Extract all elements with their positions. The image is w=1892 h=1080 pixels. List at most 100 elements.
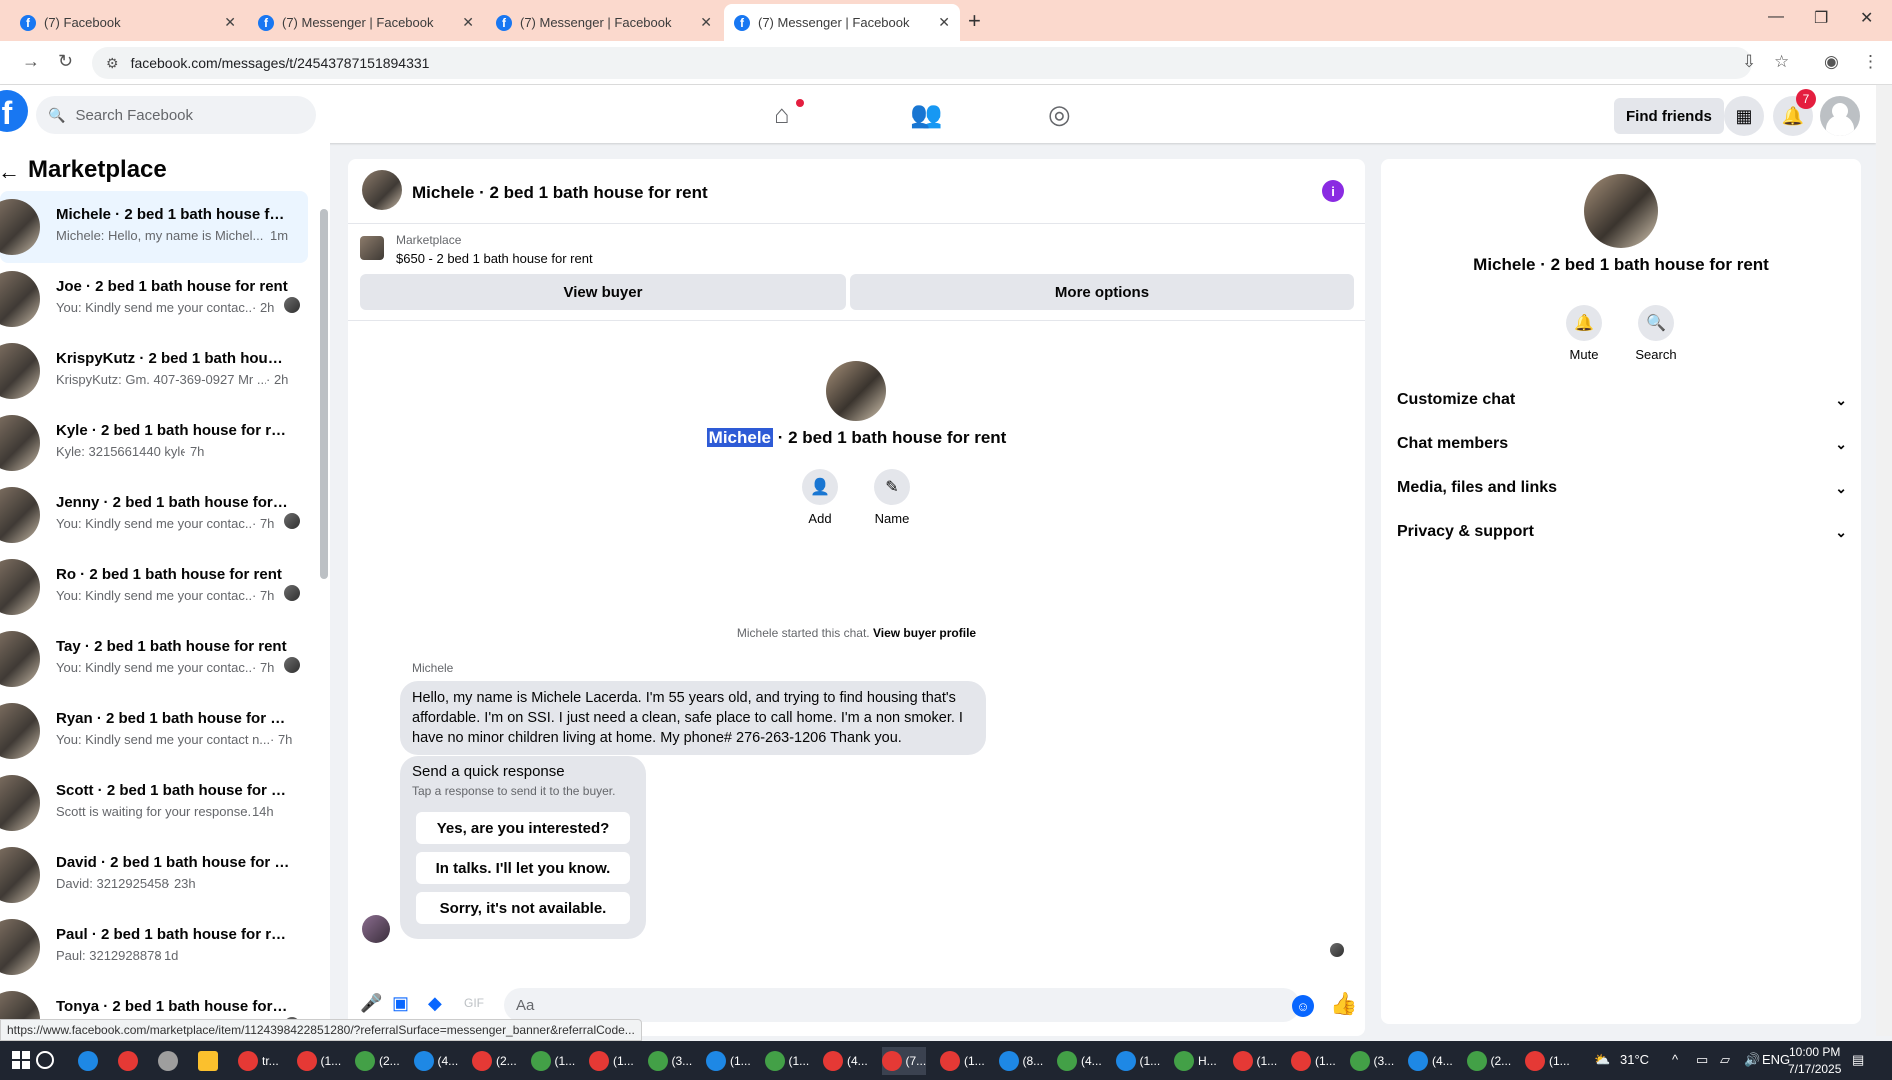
weather-temperature[interactable]: 31°C	[1620, 1052, 1649, 1067]
taskbar-chrome-window[interactable]: (8...	[998, 1047, 1043, 1075]
notification-center-icon[interactable]: ▤	[1852, 1052, 1864, 1068]
listing-price[interactable]: $650 - 2 bed 1 bath house for rent	[396, 251, 593, 266]
taskbar-chrome-window[interactable]: (2...	[1466, 1047, 1511, 1075]
chat-avatar[interactable]	[362, 170, 402, 210]
install-app-icon[interactable]: ⇩	[1742, 52, 1756, 72]
browser-tab-2[interactable]: f (7) Messenger | Facebook ✕	[248, 4, 484, 41]
taskbar-chrome-window[interactable]: (1...	[530, 1047, 575, 1075]
reload-icon[interactable]: ↻	[58, 51, 73, 72]
taskbar-chrome-window[interactable]: tr...	[238, 1047, 279, 1075]
taskbar-chrome-window[interactable]: (4...	[413, 1047, 458, 1075]
view-buyer-button[interactable]: View buyer	[360, 274, 846, 310]
back-arrow-icon[interactable]: ←	[0, 159, 20, 185]
taskbar-chrome-window[interactable]: (1...	[589, 1047, 634, 1075]
chrome-menu-icon[interactable]: ⋮	[1862, 52, 1879, 72]
taskbar-chrome-window[interactable]: H...	[1174, 1047, 1217, 1075]
taskbar-chrome-window[interactable]: (3...	[647, 1047, 692, 1075]
more-options-button[interactable]: More options	[850, 274, 1354, 310]
conversation-item[interactable]: David · 2 bed 1 bath house for rent Davi…	[0, 839, 308, 911]
taskbar-chrome-window[interactable]: (7...	[881, 1047, 927, 1075]
view-buyer-profile-link[interactable]: View buyer profile	[873, 626, 976, 640]
conversation-item[interactable]: Paul · 2 bed 1 bath house for rent Paul:…	[0, 911, 308, 983]
bookmark-star-icon[interactable]: ☆	[1774, 52, 1789, 72]
quick-response-button[interactable]: Yes, are you interested?	[416, 812, 630, 844]
quick-response-button[interactable]: Sorry, it's not available.	[416, 892, 630, 924]
input-language[interactable]: ENG	[1762, 1052, 1790, 1067]
profile-avatar[interactable]	[826, 361, 886, 421]
close-icon[interactable]: ✕	[462, 14, 474, 31]
gif-icon[interactable]: GIF	[464, 996, 484, 1010]
chrome-icon[interactable]	[118, 1047, 142, 1075]
conversation-item[interactable]: Scott · 2 bed 1 bath house for rent Scot…	[0, 767, 308, 839]
listing-thumbnail[interactable]	[360, 236, 384, 260]
message-input[interactable]: Aa	[504, 988, 1300, 1022]
conversation-item[interactable]: Tay · 2 bed 1 bath house for rent You: K…	[0, 623, 308, 695]
menu-grid-icon[interactable]: ▦	[1724, 96, 1764, 136]
quick-response-button[interactable]: In talks. I'll let you know.	[416, 852, 630, 884]
search-input[interactable]: 🔍 Search Facebook	[36, 96, 316, 134]
windows-start-icon[interactable]	[12, 1051, 30, 1069]
search-conversation-button[interactable]: 🔍 Search	[1621, 305, 1691, 362]
app-icon[interactable]	[158, 1047, 182, 1075]
network-icon[interactable]: ▱	[1720, 1052, 1730, 1068]
taskbar-chrome-window[interactable]: (2...	[355, 1047, 400, 1075]
window-close-icon[interactable]: ✕	[1860, 8, 1873, 28]
edge-icon[interactable]	[78, 1047, 102, 1075]
taskbar-search-icon[interactable]	[36, 1051, 54, 1069]
taskbar-chrome-window[interactable]: (1...	[706, 1047, 751, 1075]
close-icon[interactable]: ✕	[938, 14, 950, 31]
taskbar-chrome-window[interactable]: (2...	[472, 1047, 517, 1075]
photo-icon[interactable]: ▣	[392, 993, 409, 1014]
taskbar-chrome-window[interactable]: (3...	[1349, 1047, 1394, 1075]
browser-tab-3[interactable]: f (7) Messenger | Facebook ✕	[486, 4, 722, 41]
friends-icon[interactable]: 👥	[910, 99, 942, 130]
mute-button[interactable]: 🔔 Mute	[1549, 305, 1619, 362]
close-icon[interactable]: ✕	[700, 14, 712, 31]
conversation-item[interactable]: Joe · 2 bed 1 bath house for rent You: K…	[0, 263, 308, 335]
weather-icon[interactable]: ⛅	[1594, 1052, 1610, 1068]
page-scrollbar[interactable]	[1876, 85, 1892, 1036]
sticker-icon[interactable]: ◆	[428, 993, 442, 1014]
conversation-item[interactable]: Ro · 2 bed 1 bath house for rent You: Ki…	[0, 551, 308, 623]
taskbar-chrome-window[interactable]: (1...	[1115, 1047, 1160, 1075]
info-icon[interactable]: i	[1322, 180, 1344, 202]
facebook-logo-icon[interactable]: f	[0, 90, 28, 132]
minimize-icon[interactable]: —	[1768, 8, 1784, 26]
customize-chat-section[interactable]: Customize chat ⌄	[1397, 378, 1847, 422]
new-tab-icon[interactable]: +	[968, 8, 981, 34]
profile-icon[interactable]: ◉	[1824, 52, 1839, 72]
conversation-item[interactable]: Ryan · 2 bed 1 bath house for rent You: …	[0, 695, 308, 767]
microphone-icon[interactable]: 🎤	[360, 993, 382, 1014]
like-thumb-icon[interactable]: 👍	[1330, 991, 1357, 1017]
conversation-item[interactable]: Michele · 2 bed 1 bath house for rent Mi…	[0, 191, 308, 263]
battery-icon[interactable]: ▭	[1696, 1052, 1708, 1068]
media-files-links-section[interactable]: Media, files and links ⌄	[1397, 466, 1847, 510]
system-clock[interactable]: 10:00 PM 7/17/2025	[1788, 1044, 1841, 1078]
taskbar-chrome-window[interactable]: (1...	[1291, 1047, 1336, 1075]
chat-members-section[interactable]: Chat members ⌄	[1397, 422, 1847, 466]
url-input[interactable]: ⚙ facebook.com/messages/t/24543787151894…	[92, 47, 1752, 79]
groups-icon[interactable]: ◎	[1048, 99, 1071, 130]
taskbar-chrome-window[interactable]: (1...	[1232, 1047, 1277, 1075]
name-button[interactable]: ✎ Name	[862, 469, 922, 526]
taskbar-chrome-window[interactable]: (4...	[1408, 1047, 1453, 1075]
site-info-icon[interactable]: ⚙	[106, 55, 119, 72]
taskbar-chrome-window[interactable]: (1...	[1525, 1047, 1570, 1075]
restore-icon[interactable]: ❐	[1814, 8, 1828, 28]
browser-tab-4-active[interactable]: f (7) Messenger | Facebook ✕	[724, 4, 960, 41]
info-avatar[interactable]	[1584, 174, 1658, 248]
account-avatar[interactable]	[1820, 96, 1860, 136]
conversation-item[interactable]: Jenny · 2 bed 1 bath house for rent You:…	[0, 479, 308, 551]
taskbar-chrome-window[interactable]: (4...	[1057, 1047, 1102, 1075]
conversation-item[interactable]: KrispyKutz · 2 bed 1 bath house for rent…	[0, 335, 308, 407]
taskbar-chrome-window[interactable]: (1...	[296, 1047, 341, 1075]
file-explorer-icon[interactable]	[198, 1047, 222, 1075]
chat-title[interactable]: Michele · 2 bed 1 bath house for rent	[412, 183, 708, 203]
close-icon[interactable]: ✕	[224, 14, 236, 31]
home-icon[interactable]: ⌂	[774, 99, 790, 130]
conversation-item[interactable]: Kyle · 2 bed 1 bath house for rent Kyle:…	[0, 407, 308, 479]
sidebar-scrollbar[interactable]	[320, 209, 328, 579]
browser-tab-1[interactable]: f (7) Facebook ✕	[10, 4, 246, 41]
privacy-support-section[interactable]: Privacy & support ⌄	[1397, 510, 1847, 554]
emoji-icon[interactable]: ☺	[1292, 995, 1314, 1017]
